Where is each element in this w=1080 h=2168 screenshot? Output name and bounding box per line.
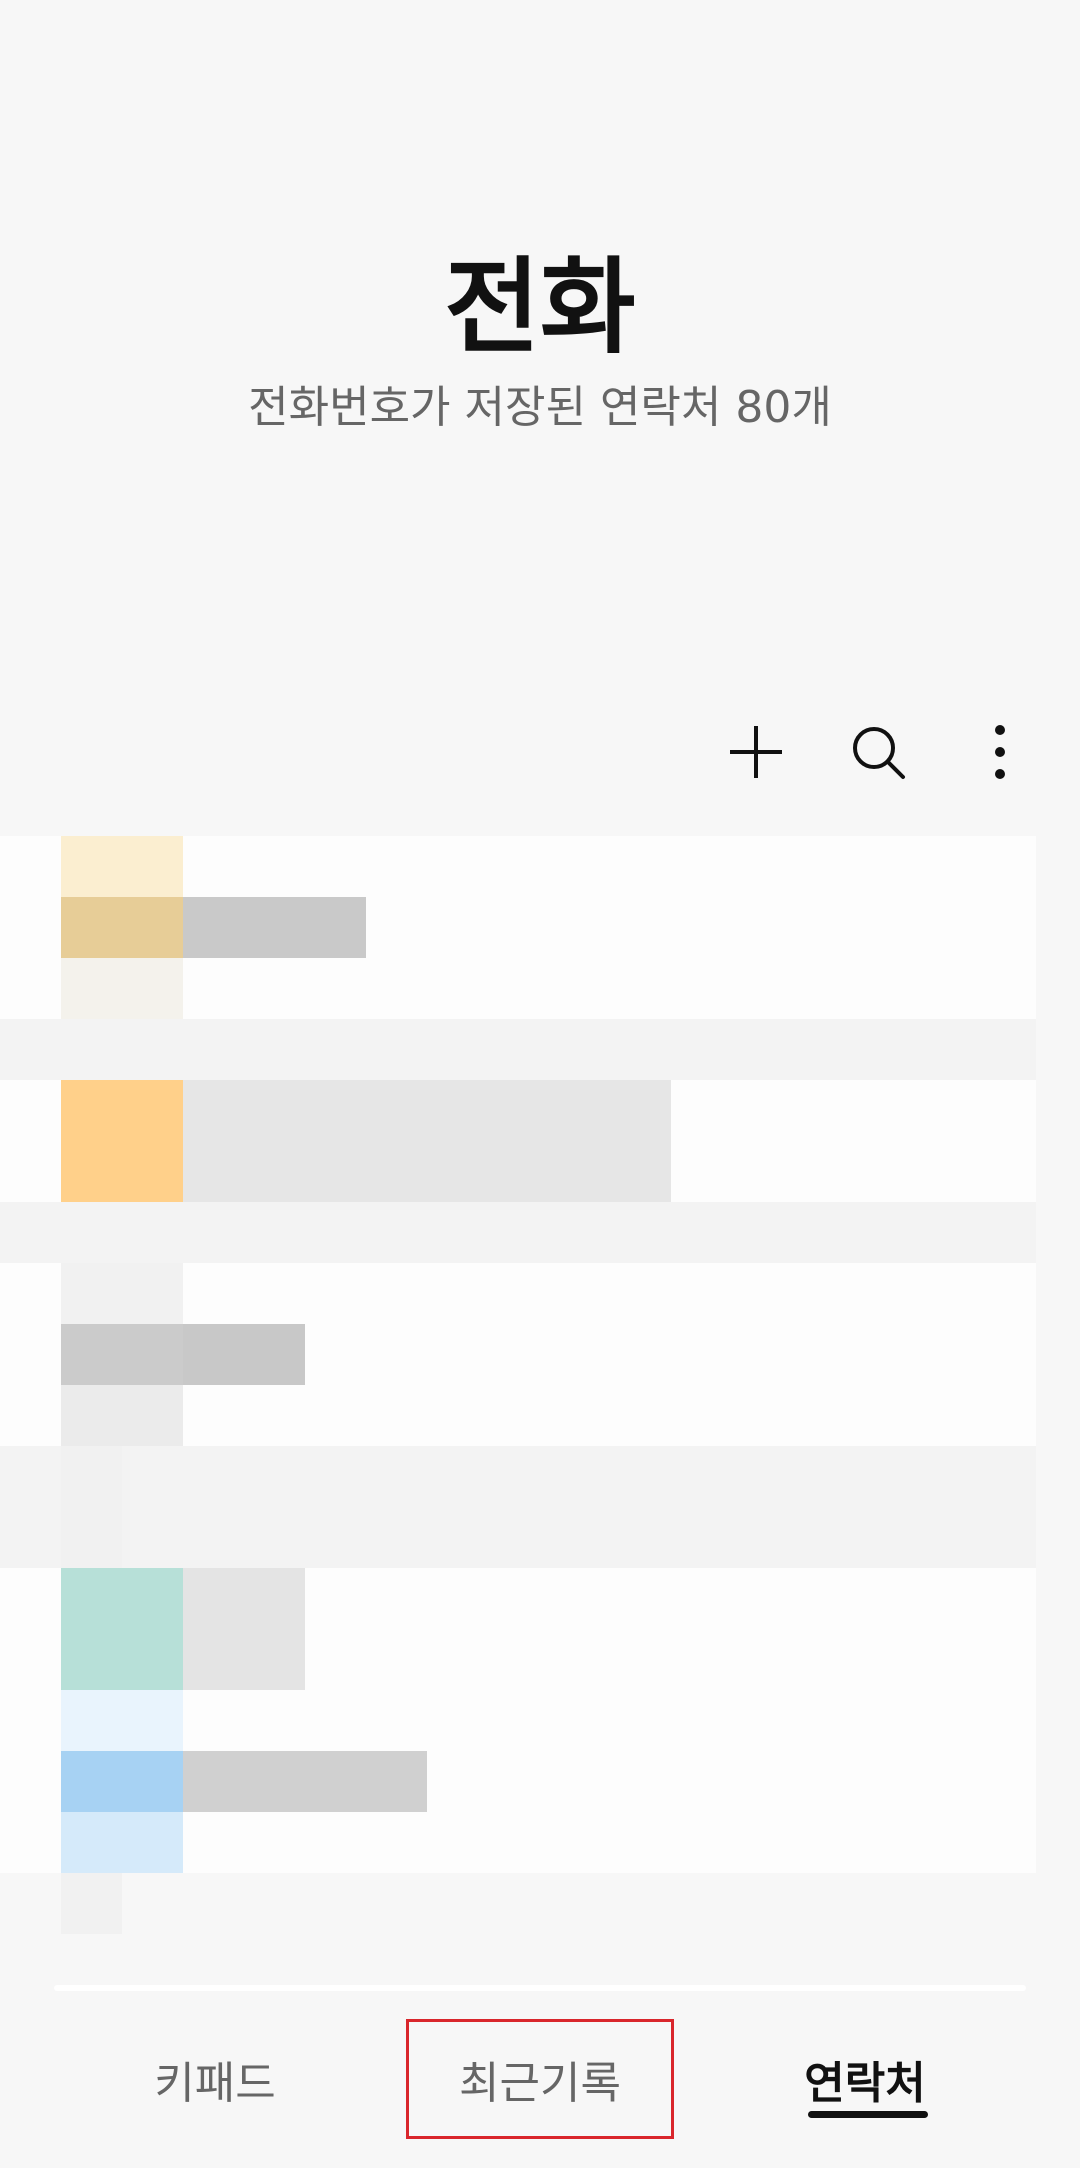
avatar	[61, 1263, 183, 1324]
tab-recents[interactable]: 최근기록	[406, 2019, 674, 2139]
plus-icon	[730, 726, 782, 778]
avatar	[61, 1446, 122, 1568]
avatar	[61, 1812, 183, 1873]
avatar	[61, 1080, 183, 1202]
list-divider	[0, 1019, 1036, 1080]
more-options-button[interactable]	[958, 710, 1042, 794]
bottom-navigation: 키패드 최근기록 연락처	[0, 1985, 1080, 2168]
avatar	[61, 1690, 183, 1751]
contacts-list[interactable]	[0, 836, 1080, 1966]
contact-name-redacted	[183, 1568, 305, 1690]
avatar	[61, 1324, 183, 1385]
contact-name-redacted	[183, 1751, 427, 1812]
avatar	[61, 897, 183, 958]
more-vertical-icon	[995, 725, 1005, 779]
list-divider	[0, 1446, 1036, 1568]
contact-name-redacted	[183, 897, 366, 958]
avatar	[61, 836, 183, 897]
avatar	[61, 958, 183, 1019]
toolbar	[714, 710, 1042, 794]
contact-name-redacted	[183, 1080, 671, 1202]
tab-contacts[interactable]: 연락처	[740, 2019, 990, 2139]
avatar	[61, 1751, 183, 1812]
avatar	[61, 1568, 183, 1690]
header: 전화 전화번호가 저장된 연락처 80개	[0, 250, 1080, 435]
search-button[interactable]	[836, 710, 920, 794]
active-tab-indicator	[808, 2111, 928, 2118]
nav-divider	[54, 1985, 1026, 1991]
list-divider	[0, 1202, 1036, 1263]
contact-count-subtitle: 전화번호가 저장된 연락처 80개	[248, 382, 832, 434]
contact-name-redacted	[183, 1324, 305, 1385]
search-icon	[853, 727, 905, 779]
avatar	[61, 1385, 183, 1446]
avatar	[61, 1873, 122, 1934]
add-contact-button[interactable]	[714, 710, 798, 794]
page-title: 전화	[444, 246, 636, 368]
tab-keypad[interactable]: 키패드	[90, 2019, 340, 2139]
